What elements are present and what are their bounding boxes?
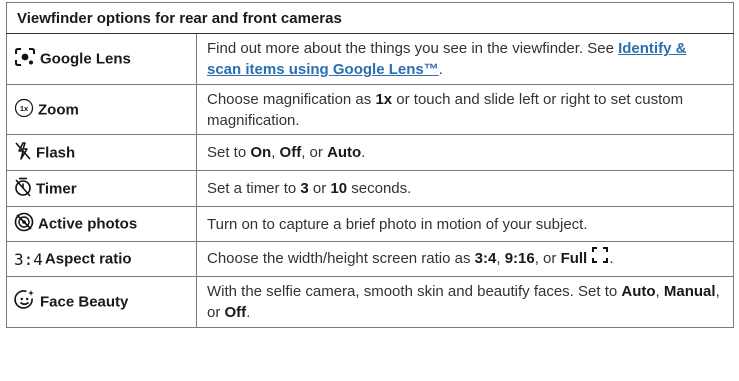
table-row: Google Lens Find out more about the thin… xyxy=(6,33,734,85)
option-label: Flash xyxy=(36,144,76,162)
google-lens-icon xyxy=(14,47,36,67)
option-label-cell: Face Beauty xyxy=(6,276,197,328)
option-label-cell: Flash xyxy=(6,134,197,171)
table-row: 3:4 Aspect ratio Choose the width/height … xyxy=(6,241,734,277)
table-row: 1x Zoom Choose magnification as 1x or to… xyxy=(6,84,734,135)
option-label-cell: 3:4 Aspect ratio xyxy=(6,241,197,277)
option-label-cell: Timer xyxy=(6,170,197,207)
option-label-cell: 1x Zoom xyxy=(6,84,197,135)
option-label: Zoom xyxy=(38,101,79,119)
svg-text:1x: 1x xyxy=(20,104,29,113)
flash-off-icon xyxy=(14,141,32,161)
option-label: Google Lens xyxy=(40,50,131,68)
table-row: Active photos Turn on to capture a brief… xyxy=(6,206,734,242)
table-row: Flash Set to On, Off, or Auto. xyxy=(6,134,734,171)
aspect-ratio-icon: 3:4 xyxy=(14,249,43,269)
option-description: With the selfie camera, smooth skin and … xyxy=(196,276,734,328)
table-row: Face Beauty With the selfie camera, smoo… xyxy=(6,276,734,328)
option-label: Timer xyxy=(36,180,77,198)
table-title: Viewfinder options for rear and front ca… xyxy=(6,2,734,34)
option-description: Set to On, Off, or Auto. xyxy=(196,134,734,171)
option-description: Set a timer to 3 or 10 seconds. xyxy=(196,170,734,207)
desc-text: Find out more about the things you see i… xyxy=(207,40,619,57)
zoom-1x-icon: 1x xyxy=(14,98,34,118)
option-label-cell: Active photos xyxy=(6,206,197,242)
table-header-row: Viewfinder options for rear and front ca… xyxy=(6,2,734,34)
timer-icon xyxy=(14,177,32,197)
option-label: Active photos xyxy=(38,215,138,233)
table-row: Timer Set a timer to 3 or 10 seconds. xyxy=(6,170,734,207)
option-label: Aspect ratio xyxy=(44,250,132,268)
full-screen-icon xyxy=(591,246,609,270)
active-photos-icon xyxy=(14,212,34,232)
option-description: Turn on to capture a brief photo in moti… xyxy=(196,206,734,242)
option-label: Face Beauty xyxy=(40,293,129,311)
desc-text: . xyxy=(438,61,443,78)
option-description: Choose magnification as 1x or touch and … xyxy=(196,84,734,135)
option-label-cell: Google Lens xyxy=(6,33,197,85)
option-description: Choose the width/height screen ratio as … xyxy=(196,241,734,277)
face-beauty-icon xyxy=(14,289,36,311)
viewfinder-options-table: Viewfinder options for rear and front ca… xyxy=(6,2,734,328)
option-description: Find out more about the things you see i… xyxy=(196,33,734,85)
